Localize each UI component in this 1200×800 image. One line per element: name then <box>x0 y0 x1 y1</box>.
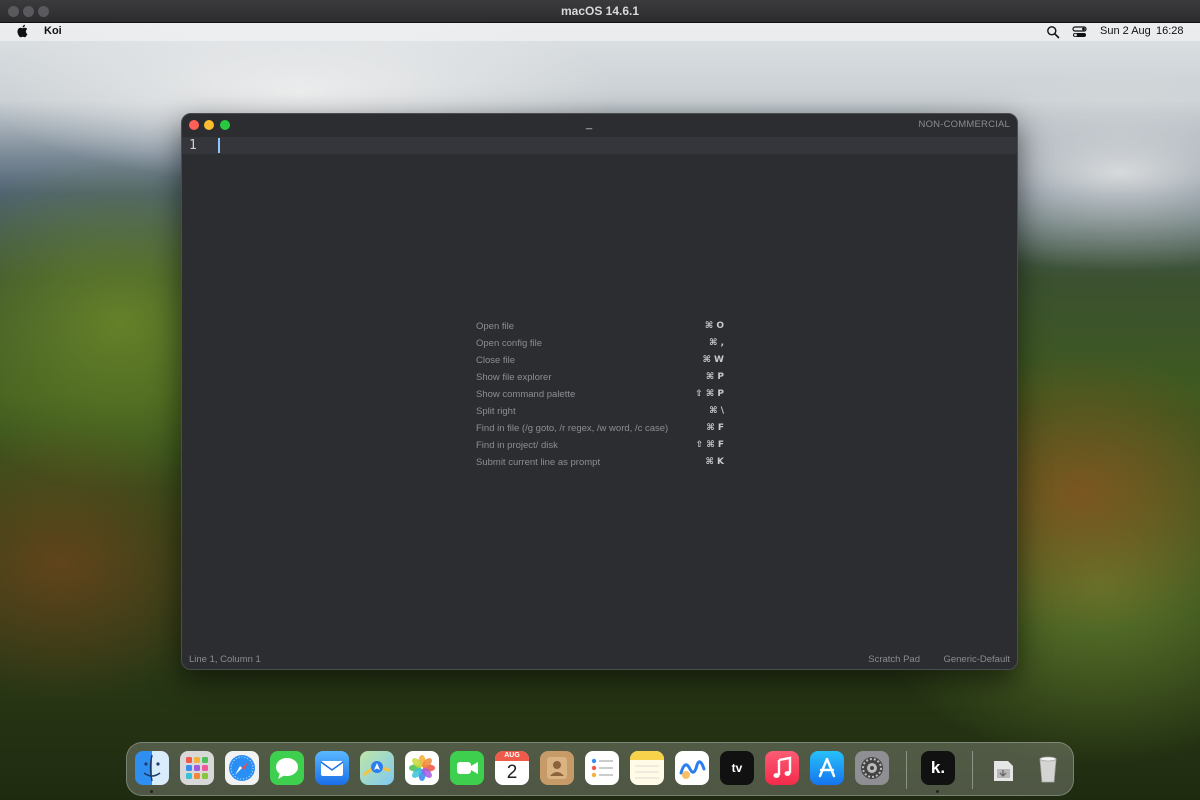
apple-tv-icon[interactable]: tv <box>720 751 754 785</box>
shortcut-label: Show file explorer <box>476 372 552 383</box>
reminders-icon[interactable] <box>585 751 619 785</box>
shortcut-row: Open config file ⌘ , <box>476 336 724 353</box>
dock-separator <box>906 751 907 789</box>
shortcut-key: ⌘ \ <box>709 406 724 416</box>
shortcut-hints: Open file ⌘ O Open config file ⌘ , Close fil… <box>476 319 724 472</box>
koi-running-indicator <box>936 790 939 793</box>
mail-icon[interactable] <box>315 751 349 785</box>
license-label: NON-COMMERCIAL <box>918 119 1010 130</box>
downloads-icon[interactable] <box>986 751 1020 785</box>
window-zoom-button[interactable] <box>220 120 230 130</box>
shortcut-key: ⌘ , <box>709 338 724 348</box>
notes-icon[interactable] <box>630 751 664 785</box>
dock-separator <box>972 751 973 789</box>
shortcut-key: ⌘ F <box>706 423 724 433</box>
system-settings-icon[interactable] <box>855 751 889 785</box>
control-center-icon[interactable] <box>1072 25 1087 39</box>
launchpad-icon[interactable] <box>180 751 214 785</box>
maps-icon[interactable] <box>360 751 394 785</box>
finder-running-indicator <box>150 790 153 793</box>
shortcut-label: Show command palette <box>476 389 576 400</box>
calendar-icon[interactable]: AUG 2 <box>495 751 529 785</box>
shortcut-label: Open file <box>476 321 515 332</box>
koi-icon-label: k. <box>930 758 946 777</box>
menu-time[interactable]: 16:28 <box>1156 25 1184 37</box>
photos-icon[interactable] <box>405 751 439 785</box>
koi-icon[interactable]: k. <box>921 751 955 785</box>
shortcut-key: ⌘ K <box>705 457 724 467</box>
contacts-icon[interactable] <box>540 751 574 785</box>
koi-editor-window: _ NON-COMMERCIAL 1 Open file ⌘ O Open conf… <box>181 113 1018 670</box>
spotlight-search-icon[interactable] <box>1046 25 1060 39</box>
shortcut-key: ⇧ ⌘ F <box>695 440 724 450</box>
line-number: 1 <box>189 138 197 153</box>
shortcut-row: Find in file (/g goto, /r regex, /w word… <box>476 421 724 438</box>
shortcut-row: Find in project/ disk ⇧ ⌘ F <box>476 438 724 455</box>
menu-date[interactable]: Sun 2 Aug <box>1100 25 1151 37</box>
safari-icon[interactable] <box>225 751 259 785</box>
trash-icon[interactable] <box>1031 751 1065 785</box>
shortcut-key: ⌘ P <box>705 372 724 382</box>
shortcut-key: ⌘ O <box>704 321 724 331</box>
shortcut-key: ⌘ W <box>702 355 724 365</box>
window-close-button[interactable] <box>189 120 199 130</box>
shortcut-label: Submit current line as prompt <box>476 457 601 468</box>
apple-tv-label: tv <box>731 761 743 775</box>
calendar-month: AUG <box>495 751 529 761</box>
messages-icon[interactable] <box>270 751 304 785</box>
menu-bar: Koi Sun 2 Aug 16:28 <box>0 23 1200 41</box>
host-window-title: macOS 14.6.1 <box>560 4 640 18</box>
facetime-icon[interactable] <box>450 751 484 785</box>
text-cursor <box>218 138 220 153</box>
shortcut-row: Submit current line as prompt ⌘ K <box>476 455 724 472</box>
shortcut-label: Open config file <box>476 338 543 349</box>
status-bar: Line 1, Column 1 Scratch Pad Generic-Def… <box>182 649 1017 669</box>
shortcut-label: Find in file (/g goto, /r regex, /w word… <box>476 423 669 434</box>
music-icon[interactable] <box>765 751 799 785</box>
calendar-day: 2 <box>506 762 518 783</box>
dock: AUG 2 tv k. <box>126 742 1074 796</box>
window-titlebar[interactable]: _ NON-COMMERCIAL <box>182 114 1017 136</box>
shortcut-label: Close file <box>476 355 516 366</box>
shortcut-row: Show command palette ⇧ ⌘ P <box>476 387 724 404</box>
apple-logo-icon[interactable] <box>16 24 28 38</box>
shortcut-label: Find in project/ disk <box>476 440 558 451</box>
shortcut-row: Close file ⌘ W <box>476 353 724 370</box>
shortcut-row: Open file ⌘ O <box>476 319 724 336</box>
window-minimize-button[interactable] <box>204 120 214 130</box>
shortcut-row: Split right ⌘ \ <box>476 404 724 421</box>
window-title: _ <box>586 118 593 130</box>
host-titlebar: macOS 14.6.1 <box>0 0 1200 23</box>
app-store-icon[interactable] <box>810 751 844 785</box>
buffer-mode-status[interactable]: Scratch Pad <box>868 654 920 665</box>
theme-status[interactable]: Generic-Default <box>943 654 1010 665</box>
menu-app-name[interactable]: Koi <box>44 25 62 37</box>
cursor-position-status[interactable]: Line 1, Column 1 <box>189 654 261 665</box>
shortcut-label: Split right <box>476 406 516 417</box>
shortcut-key: ⇧ ⌘ P <box>695 389 724 399</box>
freeform-icon[interactable] <box>675 751 709 785</box>
current-line[interactable]: 1 <box>182 137 1017 154</box>
shortcut-row: Show file explorer ⌘ P <box>476 370 724 387</box>
finder-icon[interactable] <box>135 751 169 785</box>
